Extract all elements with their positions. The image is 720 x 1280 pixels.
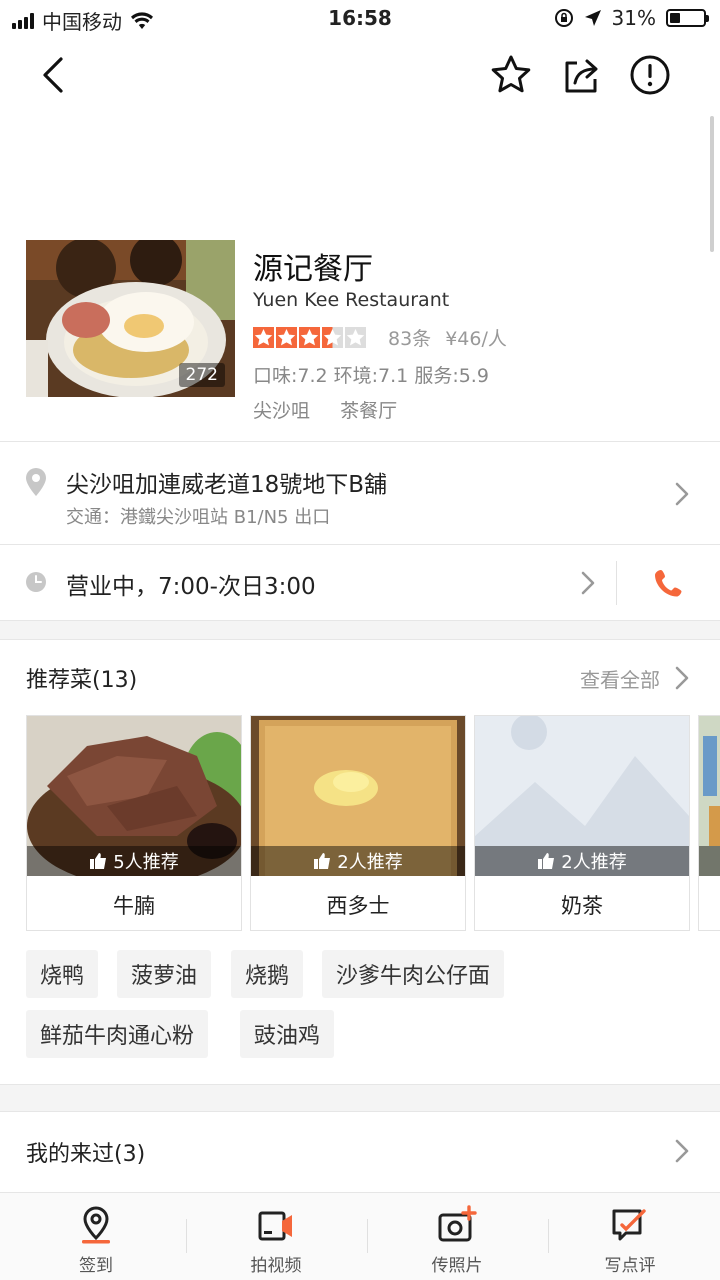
star-full-icon [299,327,320,348]
battery-icon [666,9,709,27]
check-in-tab[interactable]: 签到 [6,1193,186,1280]
restaurant-detail-page: 中国移动 16:58 31% 272 源记餐厅 Yuen Kee Restaur… [0,0,720,1280]
recommend-badge: 2人推荐 [475,846,689,876]
dish-tag-chip[interactable]: 豉油鸡 [240,1010,335,1058]
share-icon [565,59,598,93]
clock-icon [26,572,46,592]
star-full-icon [276,327,297,348]
battery-percent: 31% [611,6,656,30]
favorite-button[interactable] [488,52,534,98]
shop-tags: 尖沙咀 茶餐厅 [253,396,397,423]
divider [0,620,720,621]
dish-card[interactable] [698,715,720,931]
tab-label: 写点评 [604,1256,656,1276]
report-button[interactable] [627,52,673,98]
chevron-right-icon [675,666,689,690]
shop-english-name: Yuen Kee Restaurant [253,289,450,311]
tab-label: 拍视频 [250,1256,302,1276]
section-gap [0,1085,720,1111]
back-button[interactable] [30,52,76,98]
dish-name: 牛腩 [113,894,155,918]
orientation-lock-icon [554,9,573,27]
location-arrow-icon [584,10,601,26]
recommended-title: 推荐菜(13) [26,668,138,693]
tab-label: 签到 [79,1256,113,1276]
video-camera-icon [258,1211,292,1241]
phone-icon [655,570,682,597]
dish-card[interactable]: 5人推荐 牛腩 [26,715,242,931]
rating-row: 83条 ¥46/人 [253,324,507,351]
section-gap [0,621,720,639]
report-icon [630,55,670,95]
scroll-indicator[interactable] [710,116,714,252]
location-pin-icon [26,468,46,496]
back-icon [43,57,63,93]
category-tag[interactable]: 茶餐厅 [340,400,397,422]
my-visits-label: 我的来过(3) [26,1142,146,1167]
tab-label: 传照片 [431,1256,483,1276]
avg-price: ¥46/人 [445,328,507,350]
star-full-icon [253,327,274,348]
dish-name: 奶茶 [561,894,603,918]
dish-name: 西多士 [326,894,390,918]
score-breakdown: 口味:7.2 环境:7.1 服务:5.9 [253,365,489,387]
dish-tag-chip[interactable]: 鲜茄牛肉通心粉 [26,1010,209,1058]
location-pin-icon [82,1206,110,1244]
star-empty-icon [345,327,366,348]
write-review-tab[interactable]: 写点评 [540,1193,720,1280]
upload-photo-tab[interactable]: 传照片 [367,1193,547,1280]
address-text: 尖沙咀加連威老道18號地下B舖 [66,472,388,498]
recommend-count: 2人推荐 [561,852,627,873]
star-icon [491,55,531,93]
thumbs-up-icon [90,853,107,869]
photo-count-badge: 272 [178,363,225,387]
dish-tag-chip[interactable]: 烧鸭 [26,950,99,998]
recommend-badge [699,846,720,876]
bottom-action-bar: 签到 拍视频 传照片 写点评 [0,1192,720,1280]
separator [616,561,617,605]
divider [0,441,720,442]
chevron-right-icon [675,1139,689,1163]
recommend-count: 2人推荐 [337,852,403,873]
shop-photo[interactable]: 272 [26,240,235,397]
dish-tag-chip[interactable]: 沙爹牛肉公仔面 [322,950,505,998]
star-rating [253,327,366,348]
record-video-tab[interactable]: 拍视频 [186,1193,366,1280]
address-row[interactable]: 尖沙咀加連威老道18號地下B舖 交通：港鐵尖沙咀站 B1/N5 出口 [0,443,720,543]
hours-row[interactable]: 营业中，7:00-次日3:00 [0,545,720,621]
recommend-badge: 5人推荐 [27,846,241,876]
camera-plus-icon [438,1205,477,1242]
share-button[interactable] [558,52,604,98]
chevron-right-icon [675,482,689,506]
district-tag[interactable]: 尖沙咀 [253,400,310,422]
star-half-icon [322,327,343,348]
shop-name: 源记餐厅 [253,252,373,287]
dish-tag-chip[interactable]: 烧鹅 [231,950,304,998]
transit-text: 交通：港鐵尖沙咀站 B1/N5 出口 [66,507,331,528]
status-bar: 中国移动 16:58 31% [0,0,720,36]
call-button[interactable] [640,557,696,609]
nav-bar [0,40,720,110]
recommend-count: 5人推荐 [113,852,179,873]
dish-card[interactable]: 2人推荐 奶茶 [474,715,690,931]
dish-card[interactable]: 2人推荐 西多士 [250,715,466,931]
write-review-icon [612,1209,646,1241]
thumbs-up-icon [538,853,555,869]
recommend-badge: 2人推荐 [251,846,465,876]
divider [0,639,720,640]
business-hours: 营业中，7:00-次日3:00 [66,574,316,600]
chevron-right-icon [581,571,595,595]
view-all-dishes-link[interactable]: 查看全部 [580,664,660,693]
dish-tag-chip[interactable]: 菠萝油 [117,950,212,998]
review-count[interactable]: 83条 [388,324,431,351]
my-visits-row[interactable]: 我的来过(3) [0,1112,720,1190]
thumbs-up-icon [314,853,331,869]
